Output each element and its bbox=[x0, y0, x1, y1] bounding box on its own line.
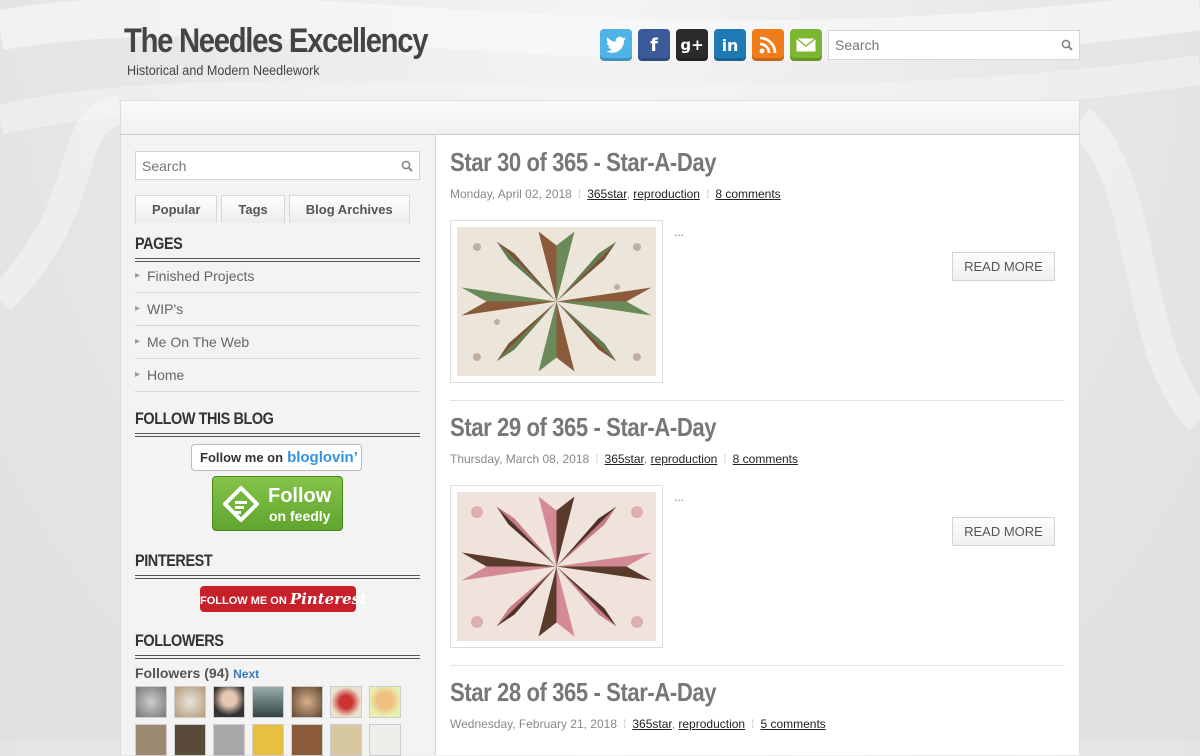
feedly-follow-button[interactable]: Follow on feedly bbox=[212, 476, 343, 531]
follower-avatar[interactable] bbox=[369, 724, 401, 756]
label-link[interactable]: reproduction bbox=[633, 187, 700, 201]
follower-avatar[interactable] bbox=[291, 724, 323, 756]
post-meta: Monday, April 02, 2018 ⁞ 365star, reproduc… bbox=[450, 187, 781, 201]
post-excerpt: ... bbox=[674, 225, 685, 239]
search-icon[interactable] bbox=[401, 160, 413, 172]
linkedin-icon[interactable]: in bbox=[714, 29, 746, 61]
follower-avatar[interactable] bbox=[252, 724, 284, 756]
sidebar-search-input[interactable] bbox=[142, 158, 352, 174]
post-title[interactable]: Star 30 of 365 - Star-A-Day bbox=[450, 147, 717, 178]
post-meta: Thursday, March 08, 2018 ⁞ 365star, reprod… bbox=[450, 452, 798, 466]
main-content: Star 30 of 365 - Star-A-Day Monday, Apri… bbox=[436, 135, 1080, 755]
post-thumbnail[interactable] bbox=[450, 220, 663, 383]
post-divider bbox=[450, 400, 1065, 401]
page-link-me-on-the-web[interactable]: ▸ Me On The Web bbox=[135, 326, 420, 359]
twitter-icon[interactable] bbox=[600, 29, 632, 61]
followers-widget-title: FOLLOWERS bbox=[135, 631, 420, 659]
facebook-icon[interactable]: f bbox=[638, 29, 670, 61]
label-link[interactable]: 365star bbox=[632, 717, 671, 731]
comments-link[interactable]: 8 comments bbox=[733, 452, 798, 466]
tab-popular[interactable]: Popular bbox=[135, 195, 218, 223]
bloglovin-follow-button[interactable]: Follow me on bloglovin’ bbox=[191, 444, 362, 471]
post-date: Wednesday, February 21, 2018 bbox=[450, 717, 617, 731]
chevron-right-icon: ▸ bbox=[135, 303, 141, 314]
site-title[interactable]: The Needles Excellency bbox=[124, 22, 428, 61]
post-thumbnail[interactable] bbox=[450, 485, 663, 648]
quilt-star-image bbox=[457, 492, 656, 641]
post-excerpt: ... bbox=[674, 490, 685, 504]
social-icons: f g+ in bbox=[600, 29, 822, 61]
sidebar: Popular Tags Blog Archives PAGES ▸Finish… bbox=[120, 135, 436, 756]
pinterest-follow-button[interactable]: FOLLOW ME ON Pinterest bbox=[200, 586, 367, 612]
follower-avatar[interactable] bbox=[369, 686, 401, 718]
header-search-box bbox=[828, 30, 1080, 60]
chevron-right-icon: ▸ bbox=[135, 270, 141, 281]
chevron-right-icon: ▸ bbox=[135, 336, 141, 347]
post-meta: Wednesday, February 21, 2018 ⁞ 365star, re… bbox=[450, 717, 826, 731]
page-link-home[interactable]: ▸ Home bbox=[135, 359, 420, 392]
follower-avatar[interactable] bbox=[135, 724, 167, 756]
search-icon[interactable] bbox=[1061, 39, 1073, 51]
follower-avatar[interactable] bbox=[291, 686, 323, 718]
post-title[interactable]: Star 28 of 365 - Star-A-Day bbox=[450, 677, 717, 708]
rss-icon[interactable] bbox=[752, 29, 784, 61]
pinterest-widget-title: PINTEREST bbox=[135, 551, 420, 579]
follower-avatar[interactable] bbox=[174, 686, 206, 718]
follower-avatar[interactable] bbox=[213, 686, 245, 718]
label-link[interactable]: reproduction bbox=[651, 452, 718, 466]
page-link-finished-projects[interactable]: ▸ Finished Projects bbox=[135, 260, 420, 293]
pages-list: ▸ Finished Projects ▸ WIP's ▸ Me On The Web… bbox=[135, 260, 420, 392]
post-date: Thursday, March 08, 2018 bbox=[450, 452, 590, 466]
quilt-star-image bbox=[457, 227, 656, 376]
tab-tags[interactable]: Tags bbox=[221, 195, 285, 223]
email-icon[interactable] bbox=[790, 29, 822, 61]
label-link[interactable]: 365star bbox=[587, 187, 626, 201]
chevron-right-icon: ▸ bbox=[135, 369, 141, 380]
feedly-icon bbox=[223, 486, 259, 522]
follower-avatar[interactable] bbox=[213, 724, 245, 756]
google-plus-icon[interactable]: g+ bbox=[676, 29, 708, 61]
follower-avatar[interactable] bbox=[135, 686, 167, 718]
sidebar-tabs: Popular Tags Blog Archives bbox=[135, 195, 410, 223]
page-link-wips[interactable]: ▸ WIP's bbox=[135, 293, 420, 326]
read-more-button[interactable]: READ MORE bbox=[952, 517, 1055, 546]
follower-avatar[interactable] bbox=[330, 686, 362, 718]
header-search-input[interactable] bbox=[835, 37, 1045, 53]
site-header: The Needles Excellency Historical and Mo… bbox=[0, 0, 1200, 100]
follower-avatar[interactable] bbox=[174, 724, 206, 756]
sidebar-search-box bbox=[135, 151, 420, 180]
label-link[interactable]: 365star bbox=[605, 452, 644, 466]
follower-avatars bbox=[135, 686, 440, 756]
label-link[interactable]: reproduction bbox=[678, 717, 745, 731]
followers-count: Followers (94) Next bbox=[135, 665, 260, 681]
post-title[interactable]: Star 29 of 365 - Star-A-Day bbox=[450, 412, 717, 443]
followers-next-link[interactable]: Next bbox=[233, 667, 259, 681]
read-more-button[interactable]: READ MORE bbox=[952, 252, 1055, 281]
comments-link[interactable]: 5 comments bbox=[760, 717, 825, 731]
site-description: Historical and Modern Needlework bbox=[127, 62, 320, 78]
post-divider bbox=[450, 665, 1065, 666]
follower-avatar[interactable] bbox=[330, 724, 362, 756]
pages-widget-title: PAGES bbox=[135, 234, 420, 262]
follow-widget-title: FOLLOW THIS BLOG bbox=[135, 409, 420, 437]
follower-avatar[interactable] bbox=[252, 686, 284, 718]
post-date: Monday, April 02, 2018 bbox=[450, 187, 572, 201]
tab-blog-archives[interactable]: Blog Archives bbox=[288, 195, 410, 223]
comments-link[interactable]: 8 comments bbox=[715, 187, 780, 201]
navigation-bar bbox=[120, 100, 1080, 135]
